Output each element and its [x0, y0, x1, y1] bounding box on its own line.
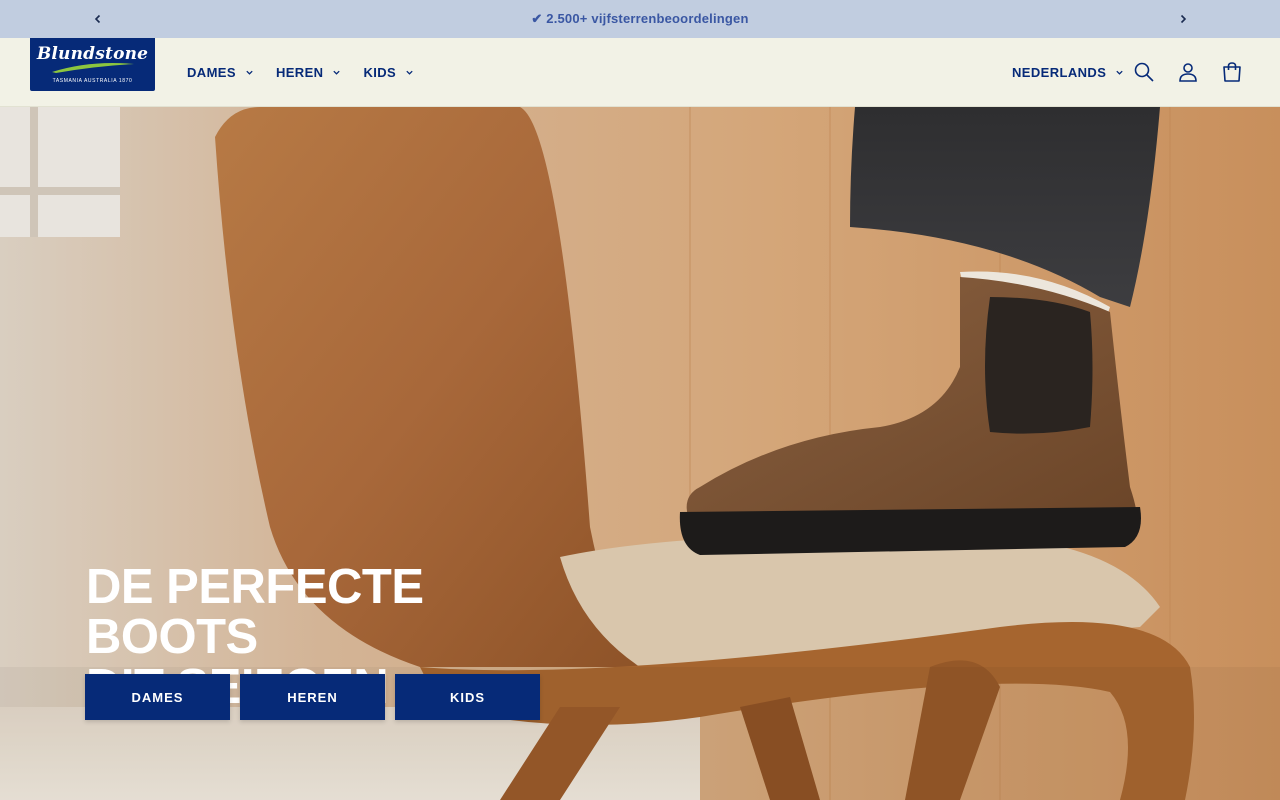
chevron-down-icon	[406, 70, 413, 75]
hero-title-line1: DE PERFECTE BOOTS	[86, 560, 424, 664]
logo-tagline: TASMANIA AUSTRALIA 1870	[52, 78, 133, 84]
chevron-right-icon[interactable]	[1173, 9, 1193, 29]
announcement-text: ✔ 2.500+ vijfsterrenbeoordelingen	[531, 11, 749, 26]
language-label: NEDERLANDS	[1012, 64, 1107, 80]
chevron-down-icon	[246, 70, 253, 75]
hero-button-group: DAMES HEREN KIDS	[85, 674, 550, 720]
site-header: Blundstone TASMANIA AUSTRALIA 1870 DAMES…	[0, 38, 1280, 107]
nav-item-kids[interactable]: KIDS	[363, 65, 414, 80]
chevron-down-icon	[333, 70, 341, 75]
nav-item-dames[interactable]: DAMES	[187, 65, 254, 80]
logo-swoosh-icon	[52, 63, 134, 73]
nav-item-label: KIDS	[363, 64, 397, 80]
chevron-down-icon	[1116, 70, 1123, 75]
nav-item-label: DAMES	[187, 64, 236, 80]
brand-logo[interactable]: Blundstone TASMANIA AUSTRALIA 1870	[30, 38, 155, 91]
search-icon[interactable]	[1132, 60, 1156, 84]
chevron-left-icon[interactable]	[88, 9, 108, 29]
hero-button-dames[interactable]: DAMES	[85, 674, 230, 720]
language-selector[interactable]: NEDERLANDS	[1012, 38, 1124, 106]
announcement-bar: ✔ 2.500+ vijfsterrenbeoordelingen	[0, 0, 1280, 38]
main-nav: DAMES HEREN KIDS	[187, 38, 436, 106]
nav-item-label: HEREN	[275, 64, 324, 80]
hero-button-heren[interactable]: HEREN	[240, 674, 385, 720]
cart-icon[interactable]	[1220, 60, 1244, 84]
nav-item-heren[interactable]: HEREN	[276, 65, 342, 80]
hero-banner: DE PERFECTE BOOTS DIT SEIZOEN DAMES HERE…	[0, 107, 1280, 800]
account-icon[interactable]	[1176, 60, 1200, 84]
hero-button-kids[interactable]: KIDS	[395, 674, 540, 720]
logo-wordmark: Blundstone	[36, 44, 149, 64]
